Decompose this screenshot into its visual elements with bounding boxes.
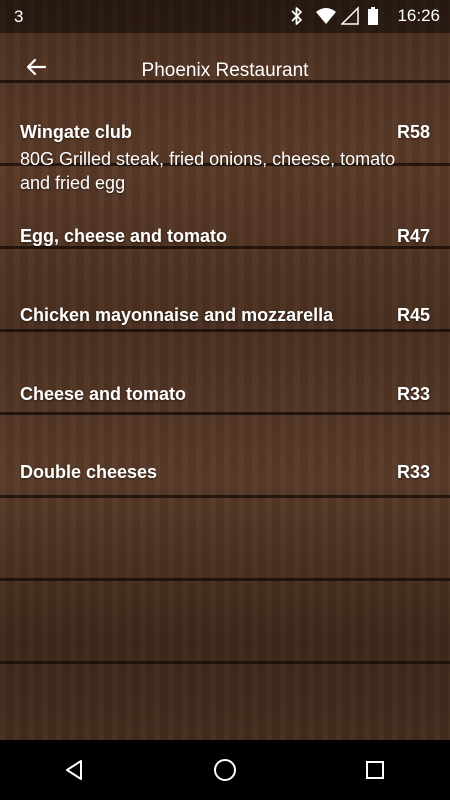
nav-back-button[interactable] [45, 746, 105, 794]
item-name: Chicken mayonnaise and mozzarella [20, 305, 334, 325]
app-bar: Phoenix Restaurant [0, 33, 450, 105]
home-circle-icon [214, 759, 236, 781]
navigation-bar [0, 740, 450, 800]
menu-item-double-cheeses[interactable]: Double cheeses R33 [20, 462, 430, 483]
signal-icon [340, 6, 360, 26]
item-description: 80G Grilled steak, fried onions, cheese,… [20, 149, 396, 193]
item-price: R45 [396, 305, 430, 325]
status-icons: 16:26 [289, 6, 440, 26]
menu-item-chicken-mayonnaise-mozzarella[interactable]: Chicken mayonnaise and mozzarella R45 [20, 305, 430, 326]
back-triangle-icon [66, 760, 82, 780]
status-bar: 3 16:26 [0, 0, 450, 33]
item-name: Egg, cheese and tomato [20, 226, 228, 246]
page-title: Phoenix Restaurant [141, 60, 309, 81]
menu-item-cheese-tomato[interactable]: Cheese and tomato R33 [20, 384, 430, 405]
menu-item-wingate-club[interactable]: Wingate club R58 80G Grilled steak, frie… [20, 122, 430, 195]
nav-home-button[interactable] [195, 746, 255, 794]
nav-recents-button[interactable] [345, 746, 405, 794]
notification-count: 3 [14, 7, 24, 26]
item-price: R47 [396, 226, 430, 246]
wifi-icon [315, 6, 337, 26]
status-time: 16:26 [397, 6, 440, 25]
battery-icon [367, 6, 385, 26]
item-name: Double cheeses [20, 462, 158, 482]
item-price: R33 [396, 462, 430, 482]
recents-square-icon [366, 761, 384, 779]
menu-item-egg-cheese-tomato[interactable]: Egg, cheese and tomato R47 [20, 226, 430, 247]
item-name: Wingate club [20, 122, 132, 142]
item-price: R58 [396, 122, 430, 142]
item-name: Cheese and tomato [20, 384, 187, 404]
bluetooth-icon [289, 6, 307, 26]
item-price: R33 [396, 384, 430, 404]
